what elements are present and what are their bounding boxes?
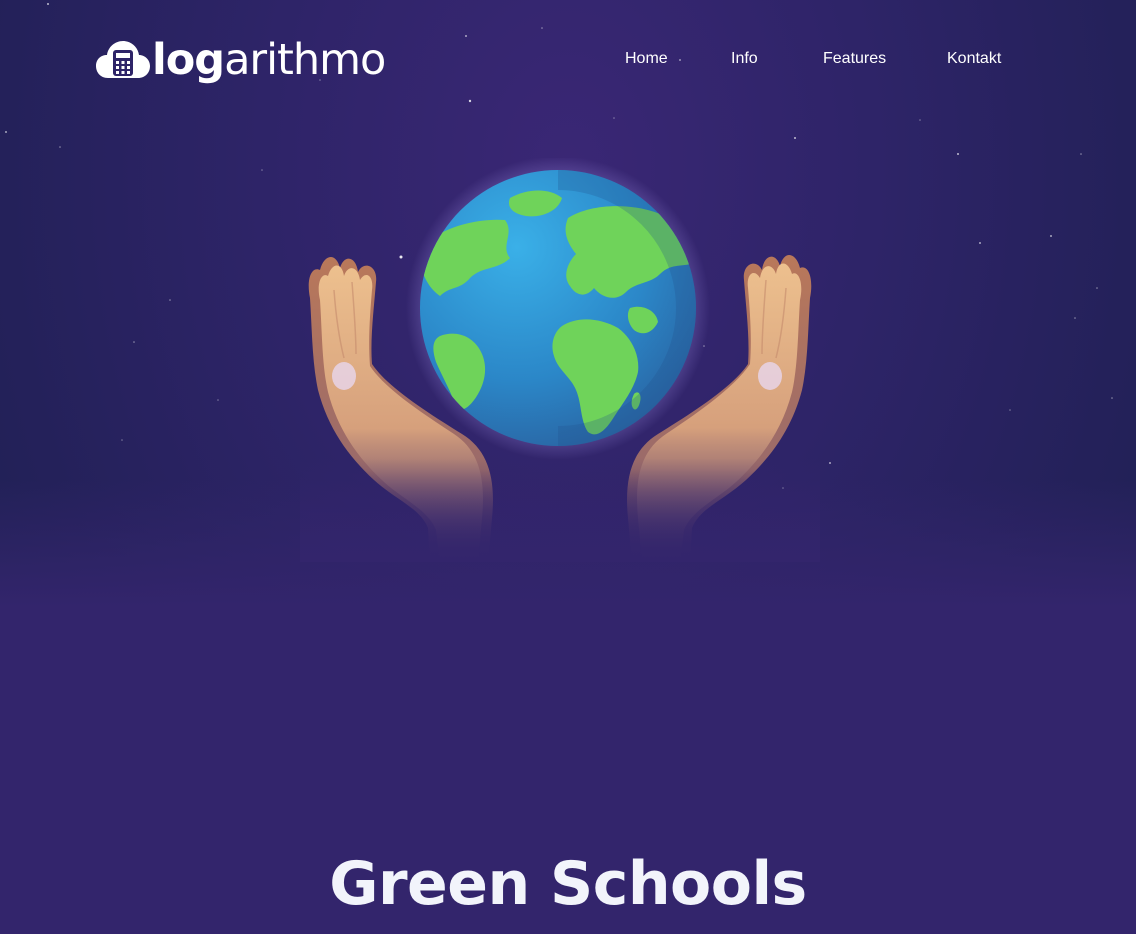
nav-home-link[interactable]: Home: [625, 50, 668, 68]
hero-title: Green Schools: [329, 849, 807, 920]
main-nav: Home Info Features Kontakt: [0, 50, 1136, 74]
globe: [420, 170, 696, 446]
nav-kontakt-link[interactable]: Kontakt: [947, 50, 1001, 68]
nav-features-link[interactable]: Features: [823, 50, 886, 68]
nav-info-link[interactable]: Info: [731, 50, 758, 68]
hands-holding-globe-illustration: [300, 158, 820, 562]
